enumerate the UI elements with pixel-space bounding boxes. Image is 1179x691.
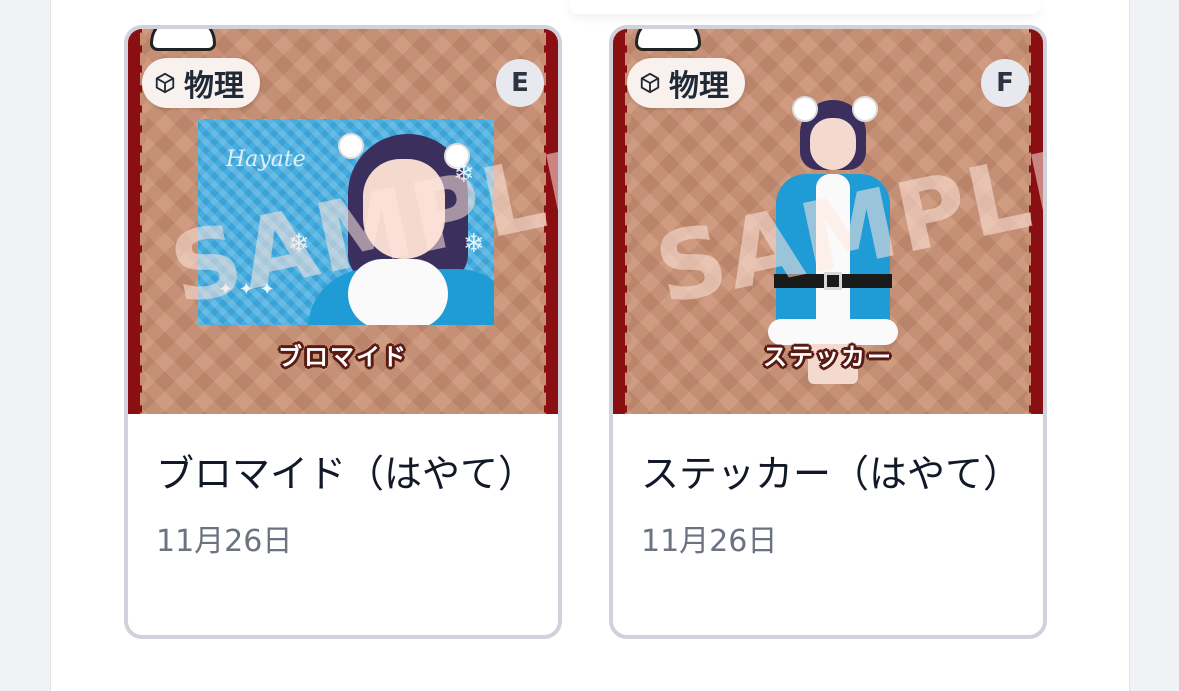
top-shadow-bar bbox=[570, 0, 1040, 14]
package-icon bbox=[640, 72, 660, 94]
figure-fur bbox=[816, 174, 850, 334]
letter-badge: F bbox=[981, 59, 1029, 107]
letter-badge: E bbox=[496, 59, 544, 107]
type-badge: 物理 bbox=[142, 58, 260, 108]
decoration-icon bbox=[635, 29, 701, 51]
product-thumbnail[interactable]: SAMPLE ステッカー 物理 F bbox=[613, 29, 1043, 414]
pompom-icon bbox=[852, 96, 878, 122]
card-info: ブロマイド（はやて） 11月26日 bbox=[128, 414, 558, 635]
type-badge: 物理 bbox=[627, 58, 745, 108]
product-title[interactable]: ブロマイド（はやて） bbox=[156, 446, 536, 502]
package-icon bbox=[155, 72, 175, 94]
star-icon: ✦ ✦ ✦ bbox=[218, 279, 275, 300]
belt-buckle-icon bbox=[824, 272, 842, 290]
decoration-icon bbox=[150, 29, 216, 51]
product-card[interactable]: Hayate ❄ ❄ ❄ ✦ ✦ ✦ SAMPLE ブロマイド 物理 E ブロマ… bbox=[124, 25, 562, 639]
product-title[interactable]: ステッカー（はやて） bbox=[641, 446, 1021, 502]
product-thumbnail[interactable]: Hayate ❄ ❄ ❄ ✦ ✦ ✦ SAMPLE ブロマイド 物理 E bbox=[128, 29, 558, 414]
figure-face bbox=[810, 118, 856, 170]
pompom-icon bbox=[338, 133, 364, 159]
type-badge-label: 物理 bbox=[184, 69, 244, 104]
product-date: 11月26日 bbox=[641, 524, 778, 559]
thumbnail-caption: ステッカー bbox=[763, 343, 893, 371]
product-card[interactable]: SAMPLE ステッカー 物理 F ステッカー（はやて） 11月26日 bbox=[609, 25, 1047, 639]
snowflake-icon: ❄ bbox=[463, 229, 485, 259]
type-badge-label: 物理 bbox=[669, 69, 729, 104]
product-date: 11月26日 bbox=[156, 524, 293, 559]
bromide-photo: Hayate ❄ ❄ ❄ ✦ ✦ ✦ bbox=[198, 119, 494, 325]
photo-signature: Hayate bbox=[226, 147, 306, 172]
photo-face bbox=[363, 159, 445, 259]
snowflake-icon: ❄ bbox=[453, 159, 475, 189]
snowflake-icon: ❄ bbox=[288, 229, 310, 259]
thumbnail-caption: ブロマイド bbox=[278, 343, 408, 371]
photo-fur bbox=[348, 259, 448, 325]
card-info: ステッカー（はやて） 11月26日 bbox=[613, 414, 1043, 635]
pompom-icon bbox=[792, 96, 818, 122]
